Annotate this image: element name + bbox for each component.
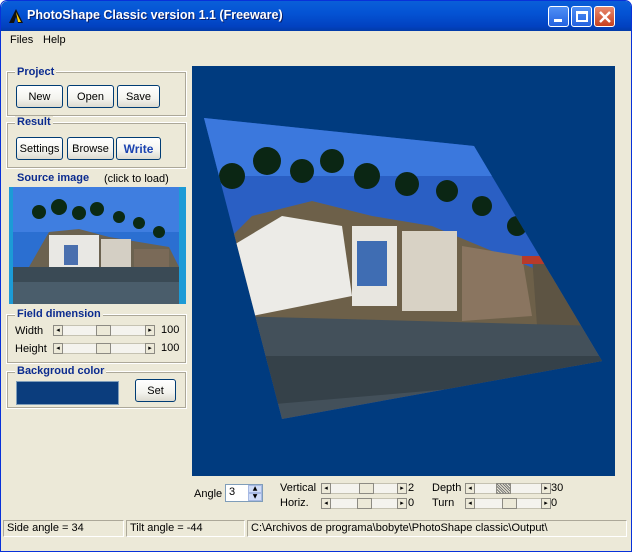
- status-bar: Side angle = 34 Tilt angle = -44 C:\Arch…: [1, 518, 631, 538]
- horiz-slider[interactable]: ◂ ▸: [321, 498, 407, 509]
- height-left-arrow[interactable]: ◂: [53, 343, 63, 354]
- angle-down-icon[interactable]: ▼: [248, 493, 262, 501]
- settings-button[interactable]: Settings: [16, 137, 63, 160]
- field-title: Field dimension: [15, 308, 103, 320]
- write-button[interactable]: Write: [116, 137, 161, 160]
- turn-slider[interactable]: ◂ ▸: [465, 498, 551, 509]
- source-title: Source image: [15, 172, 92, 184]
- save-button[interactable]: Save: [117, 85, 160, 108]
- turn-slider-thumb[interactable]: [502, 498, 517, 509]
- minimize-button[interactable]: [548, 6, 569, 27]
- height-slider[interactable]: ◂ ▸: [53, 343, 155, 354]
- preview-viewport[interactable]: [192, 66, 615, 476]
- depth-label: Depth: [432, 482, 462, 494]
- horiz-label: Horiz.: [280, 497, 309, 509]
- vertical-left-arrow[interactable]: ◂: [321, 483, 331, 494]
- close-icon: [599, 11, 611, 23]
- app-window: PhotoShape Classic version 1.1 (Freeware…: [0, 0, 632, 552]
- status-side-angle: Side angle = 34: [3, 520, 124, 537]
- vertical-slider[interactable]: ◂ ▸: [321, 483, 407, 494]
- depth-slider-thumb[interactable]: [496, 483, 511, 494]
- height-label: Height: [15, 343, 47, 355]
- set-color-button[interactable]: Set: [135, 379, 176, 402]
- status-output-path: C:\Archivos de programa\bobyte\PhotoShap…: [247, 520, 627, 537]
- depth-left-arrow[interactable]: ◂: [465, 483, 475, 494]
- width-slider[interactable]: ◂ ▸: [53, 325, 155, 336]
- depth-slider[interactable]: ◂ ▸: [465, 483, 551, 494]
- maximize-button[interactable]: [571, 6, 592, 27]
- angle-label: Angle: [194, 488, 223, 500]
- field-group: [6, 314, 187, 364]
- transformed-photo: [204, 118, 602, 419]
- turn-label: Turn: [432, 497, 455, 509]
- source-image[interactable]: [9, 187, 186, 304]
- browse-button[interactable]: Browse: [67, 137, 114, 160]
- horiz-slider-thumb[interactable]: [357, 498, 372, 509]
- horiz-right-arrow[interactable]: ▸: [397, 498, 407, 509]
- height-value: 100: [161, 342, 180, 354]
- app-icon: [9, 9, 23, 23]
- maximize-icon: [576, 11, 588, 22]
- turn-left-arrow[interactable]: ◂: [465, 498, 475, 509]
- horiz-value: 0: [408, 497, 415, 509]
- open-button[interactable]: Open: [67, 85, 114, 108]
- depth-value: 30: [551, 482, 564, 494]
- width-value: 100: [161, 324, 180, 336]
- window-title: PhotoShape Classic version 1.1 (Freeware…: [27, 8, 283, 22]
- new-button[interactable]: New: [16, 85, 63, 108]
- width-left-arrow[interactable]: ◂: [53, 325, 63, 336]
- source-hint: (click to load): [102, 173, 171, 185]
- angle-value[interactable]: 3: [229, 486, 235, 498]
- vertical-value: 2: [408, 482, 415, 494]
- depth-right-arrow[interactable]: ▸: [541, 483, 551, 494]
- height-right-arrow[interactable]: ▸: [145, 343, 155, 354]
- project-title: Project: [15, 66, 57, 78]
- vertical-label: Vertical: [280, 482, 317, 494]
- result-title: Result: [15, 116, 53, 128]
- turn-value: 0: [551, 497, 558, 509]
- angle-spinner[interactable]: 3 ▲ ▼: [225, 484, 263, 502]
- menu-files[interactable]: Files: [10, 34, 33, 46]
- turn-right-arrow[interactable]: ▸: [541, 498, 551, 509]
- menu-bar: Files Help: [4, 31, 628, 51]
- minimize-icon: [554, 19, 562, 22]
- height-slider-thumb[interactable]: [96, 343, 111, 354]
- horiz-left-arrow[interactable]: ◂: [321, 498, 331, 509]
- vertical-slider-thumb[interactable]: [359, 483, 374, 494]
- width-label: Width: [15, 325, 44, 337]
- width-right-arrow[interactable]: ▸: [145, 325, 155, 336]
- close-button[interactable]: [594, 6, 615, 27]
- source-photo-thumbnail: [9, 187, 186, 304]
- width-slider-thumb[interactable]: [96, 325, 111, 336]
- title-bar[interactable]: PhotoShape Classic version 1.1 (Freeware…: [1, 1, 631, 31]
- menu-help[interactable]: Help: [43, 34, 66, 46]
- angle-up-icon[interactable]: ▲: [248, 485, 262, 493]
- background-title: Backgroud color: [15, 365, 107, 377]
- background-color-swatch: [16, 381, 119, 405]
- vertical-right-arrow[interactable]: ▸: [397, 483, 407, 494]
- status-tilt-angle: Tilt angle = -44: [126, 520, 245, 537]
